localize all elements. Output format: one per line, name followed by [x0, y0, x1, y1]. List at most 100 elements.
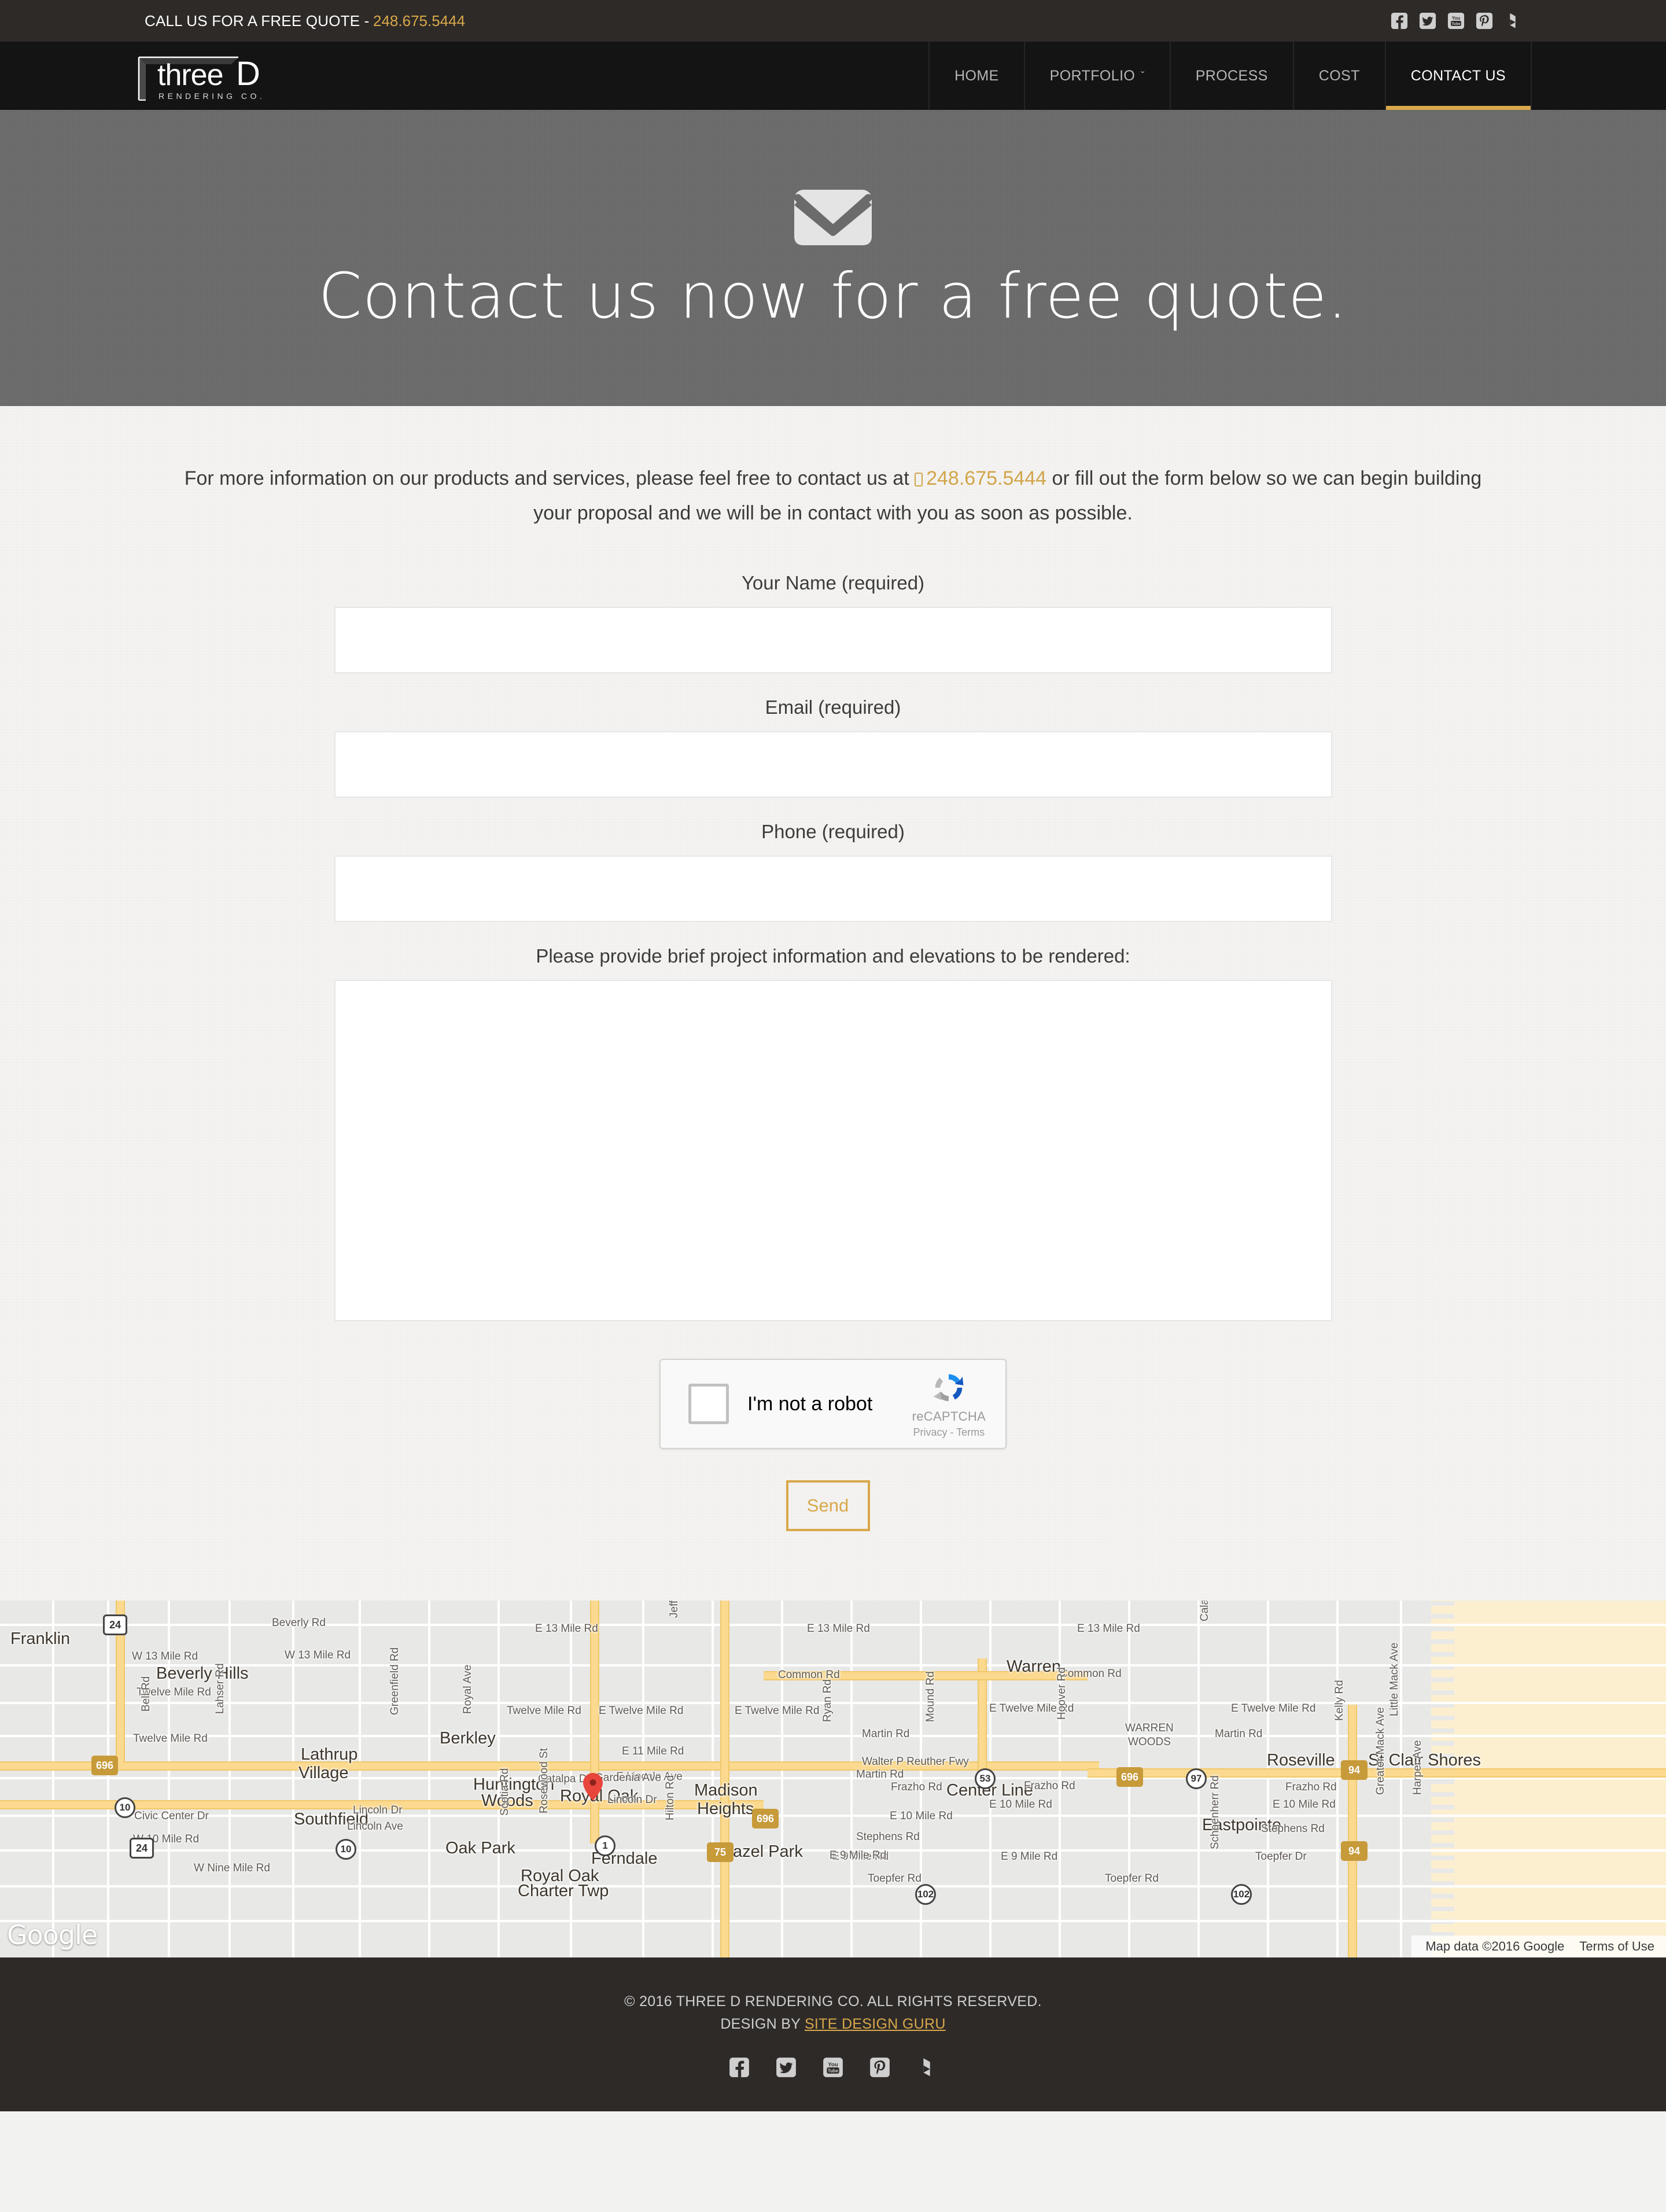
map-city-label: WARREN: [1125, 1722, 1174, 1734]
map-road-label: Calahan Rd: [1199, 1601, 1211, 1621]
map-road-label: E 13 Mile Rd: [1077, 1623, 1140, 1635]
map-road-label: Stephens Rd: [1261, 1823, 1325, 1835]
nav-item-label: PORTFOLIO: [1049, 67, 1136, 84]
map-road-label: Schoenherr Rd: [1209, 1775, 1221, 1849]
map-road-label: Bell Rd: [140, 1676, 152, 1712]
highway-shield-10-south: 10: [336, 1839, 356, 1860]
map-road-label: Greater Mack Ave: [1374, 1707, 1387, 1795]
youtube-icon[interactable]: You Tube: [1447, 12, 1465, 30]
map-city-label: Franklin: [10, 1629, 71, 1648]
map-road-label: Martin Rd: [862, 1728, 910, 1740]
project-info-textarea[interactable]: [334, 980, 1332, 1321]
map-road-label: Jefferson Hwy: [668, 1601, 681, 1618]
highway-shield-94: 94: [1341, 1760, 1368, 1780]
map-road-label: Greenfield Rd: [389, 1647, 401, 1715]
recaptcha-widget[interactable]: I'm not a robot reCAPTCHA Privacy - Term…: [659, 1359, 1007, 1449]
recaptcha-branding: reCAPTCHA Privacy - Terms: [912, 1370, 986, 1439]
nav-item-process[interactable]: PROCESS: [1169, 42, 1293, 110]
page-title: Contact us now for a free quote.: [318, 260, 1348, 333]
map-terms-link[interactable]: Terms of Use: [1579, 1939, 1654, 1954]
map-attribution: Map data ©2016 Google Terms of Use: [1411, 1936, 1666, 1957]
top-bar-cta: CALL US FOR A FREE QUOTE - 248.675.5444: [145, 12, 465, 30]
map-road-label: Mound Rd: [924, 1671, 937, 1722]
map-road-label: E Twelve Mile Rd: [599, 1705, 684, 1717]
facebook-icon[interactable]: [1391, 12, 1408, 30]
email-input[interactable]: [334, 731, 1332, 798]
map-city-label: Roseville: [1267, 1751, 1335, 1769]
map-road-label: W Nine Mile Rd: [194, 1862, 270, 1874]
houzz-icon[interactable]: [916, 2057, 937, 2078]
logo-link[interactable]: three D RENDERING CO.: [0, 42, 302, 110]
map-city-label: Berkley: [440, 1729, 496, 1748]
map-marker-pin[interactable]: [583, 1773, 603, 1801]
nav-item-home[interactable]: HOME: [928, 42, 1024, 110]
map-road-label: E 10 Mile Rd: [989, 1798, 1052, 1811]
recaptcha-label: I'm not a robot: [747, 1392, 873, 1415]
map-road-label: Frazho Rd: [1024, 1780, 1075, 1792]
recaptcha-brand-label: reCAPTCHA: [912, 1409, 986, 1424]
highway-shield-75: 75: [707, 1842, 734, 1862]
phone-icon: [915, 473, 923, 486]
footer-design-prefix: DESIGN BY: [720, 2016, 805, 2032]
twitter-icon[interactable]: [776, 2057, 797, 2078]
map-road-label: Royal Ave: [462, 1664, 474, 1714]
map-city-label: Beverly Hills: [156, 1664, 249, 1683]
svg-text:You: You: [828, 2062, 838, 2068]
map-city-label: Heights: [697, 1800, 754, 1818]
pinterest-icon[interactable]: [1476, 12, 1493, 30]
page-root: CALL US FOR A FREE QUOTE - 248.675.5444 …: [0, 0, 1666, 2111]
map-road-label: W 13 Mile Rd: [285, 1649, 351, 1661]
field-label-project-info: Please provide brief project information…: [536, 945, 1130, 967]
houzz-icon[interactable]: [1504, 12, 1521, 30]
map-road-label: Scotia Rd: [499, 1768, 511, 1816]
site-footer: © 2016 THREE D RENDERING CO. ALL RIGHTS …: [0, 1957, 1666, 2111]
map-road-label: Lincoln Ave: [347, 1820, 403, 1833]
youtube-icon[interactable]: You Tube: [823, 2057, 843, 2078]
site-logo: three D RENDERING CO.: [134, 49, 302, 102]
map-road-label: Ryan Rd: [821, 1679, 834, 1722]
twitter-icon[interactable]: [1419, 12, 1436, 30]
intro-phone-link[interactable]: 248.675.5444: [926, 467, 1046, 489]
map-road-label: Toepfer Rd: [1105, 1872, 1159, 1885]
map-city-label: Village: [298, 1764, 349, 1782]
footer-design-link[interactable]: SITE DESIGN GURU: [805, 2016, 946, 2032]
map-city-label: Madison: [694, 1781, 758, 1800]
recaptcha-terms-link[interactable]: Privacy - Terms: [913, 1426, 985, 1439]
nav-item-cost[interactable]: COST: [1292, 42, 1385, 110]
map-road-label: Toepfer Dr: [1255, 1850, 1307, 1863]
map-road-label: Martin Rd: [1215, 1728, 1263, 1740]
map-road-label: E 13 Mile Rd: [535, 1623, 598, 1635]
hero-banner: Contact us now for a free quote.: [0, 110, 1666, 406]
location-map[interactable]: Franklin Beverly Hills Berkley Lathrup V…: [0, 1601, 1666, 1957]
top-bar: CALL US FOR A FREE QUOTE - 248.675.5444 …: [0, 0, 1666, 42]
your-name-input[interactable]: [334, 607, 1332, 673]
nav-item-label: PROCESS: [1195, 67, 1268, 84]
highway-shield-53: 53: [975, 1768, 996, 1789]
footer-social-list: You Tube: [0, 2057, 1666, 2078]
recaptcha-container: I'm not a robot reCAPTCHA Privacy - Term…: [334, 1359, 1332, 1449]
recaptcha-checkbox[interactable]: [688, 1384, 729, 1424]
facebook-icon[interactable]: [729, 2057, 750, 2078]
submit-row: Send: [334, 1480, 1332, 1531]
top-bar-phrase: CALL US FOR A FREE QUOTE -: [145, 12, 370, 30]
map-road-label: Beverly Rd: [272, 1617, 326, 1629]
nav-item-contact-us[interactable]: CONTACT US: [1384, 42, 1532, 110]
map-road-label: Walter P Reuther Fwy: [862, 1756, 969, 1768]
highway-shield-24-south: 24: [130, 1838, 154, 1859]
phone-input[interactable]: [334, 856, 1332, 922]
pinterest-icon[interactable]: [869, 2057, 890, 2078]
send-button[interactable]: Send: [786, 1480, 870, 1531]
recaptcha-icon: [931, 1370, 967, 1406]
footer-copyright: © 2016 THREE D RENDERING CO. ALL RIGHTS …: [624, 1993, 1042, 2010]
highway-shield-1: 1: [595, 1835, 615, 1856]
nav-item-portfolio[interactable]: PORTFOLIO ˇ: [1023, 42, 1170, 110]
map-road-label: Kelly Rd: [1333, 1680, 1346, 1721]
map-road-label: Lincoln Dr: [607, 1794, 657, 1806]
field-email: Email (required): [334, 696, 1332, 798]
highway-shield-696: 696: [91, 1756, 118, 1775]
map-road-label: E 11 Mile Rd: [622, 1745, 684, 1757]
top-bar-phone-link[interactable]: 248.675.5444: [373, 12, 465, 30]
intro-paragraph: For more information on our products and…: [168, 462, 1498, 530]
map-road-label: E 13 Mile Rd: [807, 1623, 870, 1635]
map-road-label: Frazho Rd: [1285, 1781, 1337, 1793]
